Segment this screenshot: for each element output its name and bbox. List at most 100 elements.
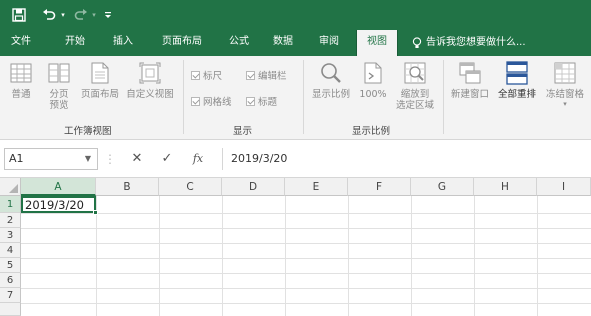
ribbon-separator <box>443 60 444 134</box>
headings-label: 标题 <box>258 97 278 108</box>
ruler-checkbox[interactable]: 标尺 <box>191 68 222 82</box>
row-header-2[interactable]: 2 <box>0 213 21 228</box>
zoom-to-selection-label: 缩放到 选定区域 <box>395 89 434 111</box>
select-all-button[interactable] <box>0 178 21 196</box>
tab-view[interactable]: 视图 <box>356 30 398 56</box>
customize-qat-icon[interactable] <box>103 5 113 25</box>
ribbon-separator <box>303 60 304 134</box>
column-header-e[interactable]: E <box>285 178 348 196</box>
freeze-panes-icon <box>552 60 578 86</box>
ruler-label: 标尺 <box>203 71 223 82</box>
ruler-checkbox-box <box>191 70 200 80</box>
arrange-all-button[interactable]: 全部重排 <box>494 60 540 100</box>
title-bar: ▾ ▾ <box>0 0 591 30</box>
lightbulb-icon <box>412 37 422 48</box>
tab-page-layout[interactable]: 页面布局 <box>154 30 210 56</box>
headings-checkbox-box <box>246 96 255 106</box>
gridline <box>474 196 475 316</box>
undo-icon[interactable] <box>40 5 58 25</box>
custom-views-label: 自定义视图 <box>126 89 174 100</box>
tab-file[interactable]: 文件 <box>4 30 38 56</box>
page-break-preview-icon <box>46 60 72 86</box>
new-window-button[interactable]: 新建窗口 <box>447 60 493 100</box>
ribbon-separator <box>183 60 184 134</box>
freeze-panes-button[interactable]: 冻结窗格 ▾ <box>542 60 588 108</box>
row-header-6[interactable]: 6 <box>0 273 21 288</box>
zoom-group-label: 显示比例 <box>352 126 391 137</box>
workbook-views-group-label: 工作簿视图 <box>64 126 112 137</box>
formula-input[interactable]: 2019/3/20 <box>222 148 587 170</box>
column-header-g[interactable]: G <box>411 178 474 196</box>
arrange-all-label: 全部重排 <box>497 89 536 100</box>
tell-me-box[interactable]: 告诉我您想要做什么... <box>412 30 526 56</box>
magnifier-icon <box>318 60 344 86</box>
tell-me-text: 告诉我您想要做什么... <box>426 37 526 48</box>
formula-bar-checkbox-box <box>246 70 255 80</box>
new-window-icon <box>457 60 483 86</box>
gridlines-checkbox-box <box>191 96 200 106</box>
formula-bar-checkbox[interactable]: 编辑栏 <box>246 68 287 82</box>
formula-bar-resize-handle[interactable]: ⋮ <box>104 148 116 170</box>
headings-checkbox[interactable]: 标题 <box>246 94 277 108</box>
tab-insert[interactable]: 插入 <box>106 30 140 56</box>
redo-icon <box>72 5 90 25</box>
freeze-panes-label: 冻结窗格 <box>545 89 584 100</box>
zoom-button[interactable]: 显示比例 <box>308 60 354 100</box>
custom-views-icon <box>137 60 163 86</box>
tab-data[interactable]: 数据 <box>266 30 300 56</box>
name-box-dropdown-icon[interactable]: ▼ <box>85 149 91 169</box>
row-header-5[interactable]: 5 <box>0 258 21 273</box>
undo-dropdown-icon[interactable]: ▾ <box>58 5 68 25</box>
tab-formulas[interactable]: 公式 <box>222 30 256 56</box>
normal-view-icon <box>8 60 34 86</box>
page-layout-view-button[interactable]: 页面布局 <box>78 60 122 100</box>
tab-home[interactable]: 开始 <box>58 30 92 56</box>
zoom-to-selection-button[interactable]: 缩放到 选定区域 <box>392 60 438 111</box>
custom-views-button[interactable]: 自定义视图 <box>124 60 176 100</box>
column-header-a[interactable]: A <box>21 178 96 196</box>
column-header-i[interactable]: I <box>537 178 591 196</box>
page-break-preview-label: 分页 预览 <box>49 89 69 111</box>
gridline <box>21 288 591 289</box>
fill-handle[interactable] <box>93 210 98 215</box>
column-header-c[interactable]: C <box>159 178 222 196</box>
zoom-100-label: 100% <box>359 89 387 100</box>
name-box-value: A1 <box>9 152 24 165</box>
page-break-preview-button[interactable]: 分页 预览 <box>42 60 76 111</box>
gridline <box>348 196 349 316</box>
save-icon[interactable] <box>8 5 30 25</box>
row-header-7[interactable]: 7 <box>0 288 21 303</box>
redo-dropdown-icon: ▾ <box>92 11 96 19</box>
page-layout-view-label: 页面布局 <box>80 89 119 100</box>
normal-view-label: 普通 <box>11 89 31 100</box>
gridline <box>285 196 286 316</box>
cancel-entry-button[interactable]: ✕ <box>128 148 146 170</box>
name-box[interactable]: A1 ▼ <box>4 148 98 170</box>
tab-review[interactable]: 审阅 <box>312 30 346 56</box>
column-header-b[interactable]: B <box>96 178 159 196</box>
gridline <box>21 213 591 214</box>
row-header-1[interactable]: 1 <box>0 196 21 213</box>
gridline <box>21 243 591 244</box>
row-header-8[interactable] <box>0 303 21 316</box>
zoom-100-button[interactable]: 100% <box>356 60 390 100</box>
row-header-3[interactable]: 3 <box>0 228 21 243</box>
page-layout-view-icon <box>87 60 113 86</box>
show-group-label: 显示 <box>233 126 253 137</box>
enter-entry-button[interactable]: ✓ <box>158 148 176 170</box>
column-header-f[interactable]: F <box>348 178 411 196</box>
ribbon-view: 普通 分页 预览 页面布局 自定义视图 工作簿视图 标尺 编辑栏 网格线 标题 … <box>0 56 591 140</box>
column-header-d[interactable]: D <box>222 178 285 196</box>
freeze-panes-dropdown-icon: ▾ <box>563 100 567 108</box>
gridline <box>21 303 591 304</box>
gridlines-label: 网格线 <box>203 97 232 108</box>
cell-a1[interactable]: 2019/3/20 <box>21 196 98 215</box>
normal-view-button[interactable]: 普通 <box>6 60 36 100</box>
cell-a1-value: 2019/3/20 <box>25 198 84 212</box>
gridlines-checkbox[interactable]: 网格线 <box>191 94 232 108</box>
insert-function-button[interactable]: fx <box>189 148 207 170</box>
gridline <box>411 196 412 316</box>
column-header-h[interactable]: H <box>474 178 537 196</box>
row-header-4[interactable]: 4 <box>0 243 21 258</box>
gridline <box>159 196 160 316</box>
